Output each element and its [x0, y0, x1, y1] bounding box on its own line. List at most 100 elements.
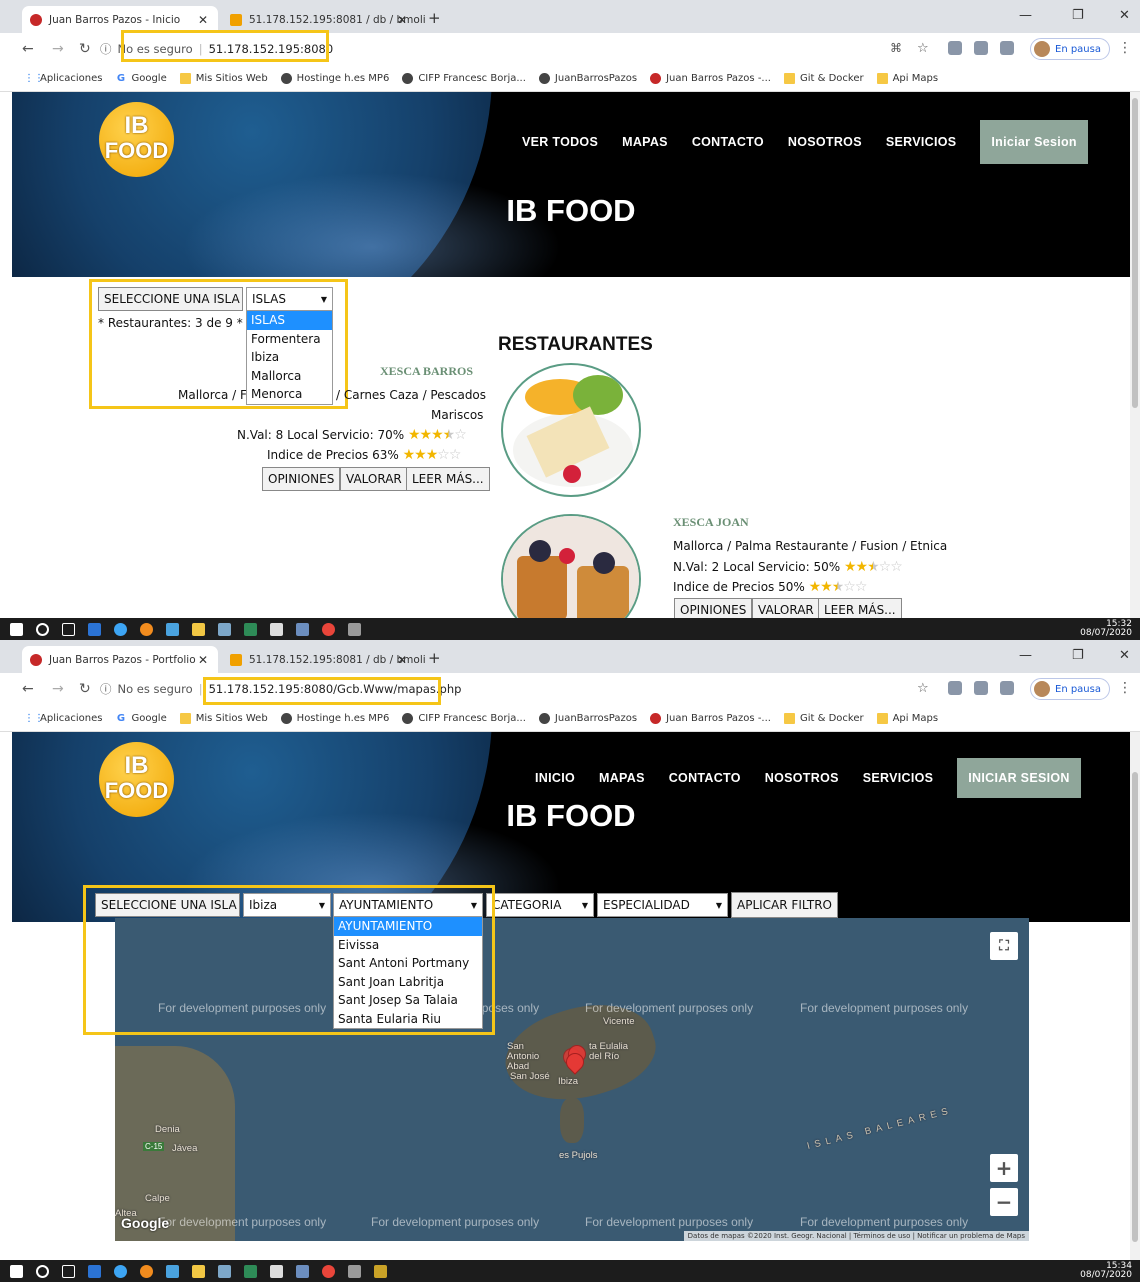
restore-icon[interactable]: ❐ — [1072, 648, 1084, 663]
back-icon[interactable]: ← — [22, 681, 34, 697]
nav-servicios[interactable]: SERVICIOS — [886, 135, 957, 149]
signin-button[interactable]: Iniciar Sesion — [980, 120, 1088, 164]
bookmark-api-maps[interactable]: Api Maps — [876, 72, 938, 84]
app-icon[interactable] — [166, 1264, 179, 1278]
bookmark-hostinger[interactable]: Hostinge h.es MP6 — [280, 72, 389, 84]
apply-filter-button[interactable]: APLICAR FILTRO — [731, 892, 838, 918]
app-icon[interactable] — [244, 1264, 257, 1278]
search-icon[interactable] — [36, 1264, 49, 1278]
profile-button[interactable]: En pausa — [1030, 678, 1110, 700]
reload-icon[interactable]: ↻ — [79, 681, 91, 697]
minimize-icon[interactable]: — — [1019, 648, 1032, 663]
page-scrollbar[interactable] — [1130, 732, 1140, 1260]
forward-icon[interactable]: → — [52, 681, 64, 697]
translate-icon[interactable]: ⌘ — [890, 41, 902, 55]
search-icon[interactable] — [36, 622, 49, 636]
system-clock[interactable]: 15:34 08/07/2020 — [1080, 1262, 1132, 1280]
opiniones-button[interactable]: OPINIONES — [262, 467, 341, 491]
forward-icon[interactable]: → — [52, 41, 64, 57]
app-icon[interactable] — [88, 622, 101, 636]
signin-button[interactable]: INICIAR SESION — [957, 758, 1081, 798]
app-icon[interactable] — [166, 622, 179, 636]
notepad-icon[interactable] — [270, 622, 283, 636]
close-icon[interactable]: ✕ — [397, 13, 407, 27]
bookmark-cifp[interactable]: CIFP Francesc Borja... — [402, 712, 526, 724]
menu-icon[interactable]: ⋮ — [1118, 40, 1132, 56]
scrollbar-thumb[interactable] — [1132, 772, 1138, 1242]
app-icon[interactable] — [218, 1264, 231, 1278]
extension-icon[interactable] — [948, 41, 962, 55]
bookmark-cifp[interactable]: CIFP Francesc Borja... — [402, 72, 526, 84]
app-icon[interactable] — [296, 1264, 309, 1278]
bookmark-git-docker[interactable]: Git & Docker — [783, 72, 864, 84]
app-icon[interactable] — [374, 1264, 387, 1278]
app-icon[interactable] — [88, 1264, 101, 1278]
fullscreen-icon[interactable]: ⛶ — [990, 932, 1018, 960]
nav-contacto[interactable]: CONTACTO — [669, 771, 741, 785]
app-icon[interactable] — [348, 622, 361, 636]
new-tab-icon[interactable]: + — [428, 9, 441, 27]
bookmark-apps[interactable]: ⋮⋮ Aplicaciones — [24, 713, 102, 724]
start-icon[interactable] — [10, 1264, 23, 1278]
leer-mas-button[interactable]: LEER MÁS... — [406, 467, 490, 491]
tab-inicio[interactable]: Juan Barros Pazos - Inicio ✕ — [22, 6, 218, 33]
window-close-icon[interactable]: ✕ — [1119, 8, 1130, 23]
nav-nosotros[interactable]: NOSOTROS — [765, 771, 839, 785]
nav-nosotros[interactable]: NOSOTROS — [788, 135, 862, 149]
bookmark-juanbarros[interactable]: JuanBarrosPazos — [538, 712, 637, 724]
extension-icon[interactable] — [974, 681, 988, 695]
bookmark-api-maps[interactable]: Api Maps — [876, 712, 938, 724]
nav-inicio[interactable]: INICIO — [535, 771, 575, 785]
tab-phpmyadmin[interactable]: 51.178.152.195:8081 / db / bmoli ✕ — [222, 646, 426, 673]
category-select[interactable]: CATEGORIA ▼ — [486, 893, 594, 917]
folder-icon[interactable] — [192, 622, 205, 636]
star-icon[interactable]: ☆ — [917, 41, 929, 56]
bookmark-google[interactable]: G Google — [115, 73, 167, 84]
map-attribution[interactable]: Datos de mapas ©2020 Inst. Geogr. Nacion… — [683, 1231, 1029, 1241]
nav-contacto[interactable]: CONTACTO — [692, 135, 764, 149]
tab-portfolio[interactable]: Juan Barros Pazos - Portfolio ✕ — [22, 646, 218, 673]
zoom-in-button[interactable]: + — [990, 1154, 1018, 1182]
nav-mapas[interactable]: MAPAS — [599, 771, 645, 785]
extension-icon[interactable] — [948, 681, 962, 695]
info-icon[interactable]: ⓘ — [100, 41, 112, 57]
bookmark-juan-portfolio[interactable]: Juan Barros Pazos -... — [650, 72, 771, 84]
folder-icon[interactable] — [192, 1264, 205, 1278]
google-logo[interactable]: Google — [121, 1215, 169, 1231]
reload-icon[interactable]: ↻ — [79, 41, 91, 57]
firefox-icon[interactable] — [140, 1264, 153, 1278]
bookmark-sitios[interactable]: Mis Sitios Web — [179, 712, 268, 724]
close-icon[interactable]: ✕ — [397, 653, 407, 667]
star-icon[interactable]: ☆ — [917, 681, 929, 696]
bookmark-juanbarros[interactable]: JuanBarrosPazos — [538, 72, 637, 84]
chrome-icon[interactable] — [322, 1264, 335, 1278]
nav-servicios[interactable]: SERVICIOS — [863, 771, 934, 785]
task-view-icon[interactable] — [62, 1264, 75, 1278]
bookmark-sitios[interactable]: Mis Sitios Web — [179, 72, 268, 84]
bookmark-hostinger[interactable]: Hostinge h.es MP6 — [280, 712, 389, 724]
bookmark-git-docker[interactable]: Git & Docker — [783, 712, 864, 724]
task-view-icon[interactable] — [62, 622, 75, 636]
scrollbar-thumb[interactable] — [1132, 98, 1138, 408]
app-icon[interactable] — [218, 622, 231, 636]
bookmark-apps[interactable]: ⋮⋮ Aplicaciones — [24, 73, 102, 84]
menu-icon[interactable]: ⋮ — [1118, 680, 1132, 696]
nav-mapas[interactable]: MAPAS — [622, 135, 668, 149]
extension-icon[interactable] — [1000, 681, 1014, 695]
edge-icon[interactable] — [114, 1264, 127, 1278]
firefox-icon[interactable] — [140, 622, 153, 636]
tab-phpmyadmin[interactable]: 51.178.152.195:8081 / db / bmoli ✕ — [222, 6, 426, 33]
system-clock[interactable]: 15:32 08/07/2020 — [1080, 620, 1132, 638]
bookmark-google[interactable]: G Google — [115, 713, 167, 724]
extension-icon[interactable] — [974, 41, 988, 55]
minimize-icon[interactable]: — — [1019, 8, 1032, 23]
page-scrollbar[interactable] — [1130, 92, 1140, 618]
close-icon[interactable]: ✕ — [198, 13, 208, 27]
zoom-out-button[interactable]: − — [990, 1188, 1018, 1216]
specialty-select[interactable]: ESPECIALIDAD ▼ — [597, 893, 728, 917]
valorar-button[interactable]: VALORAR — [340, 467, 408, 491]
back-icon[interactable]: ← — [22, 41, 34, 57]
new-tab-icon[interactable]: + — [428, 649, 441, 667]
restore-icon[interactable]: ❐ — [1072, 8, 1084, 23]
info-icon[interactable]: ⓘ — [100, 681, 112, 697]
